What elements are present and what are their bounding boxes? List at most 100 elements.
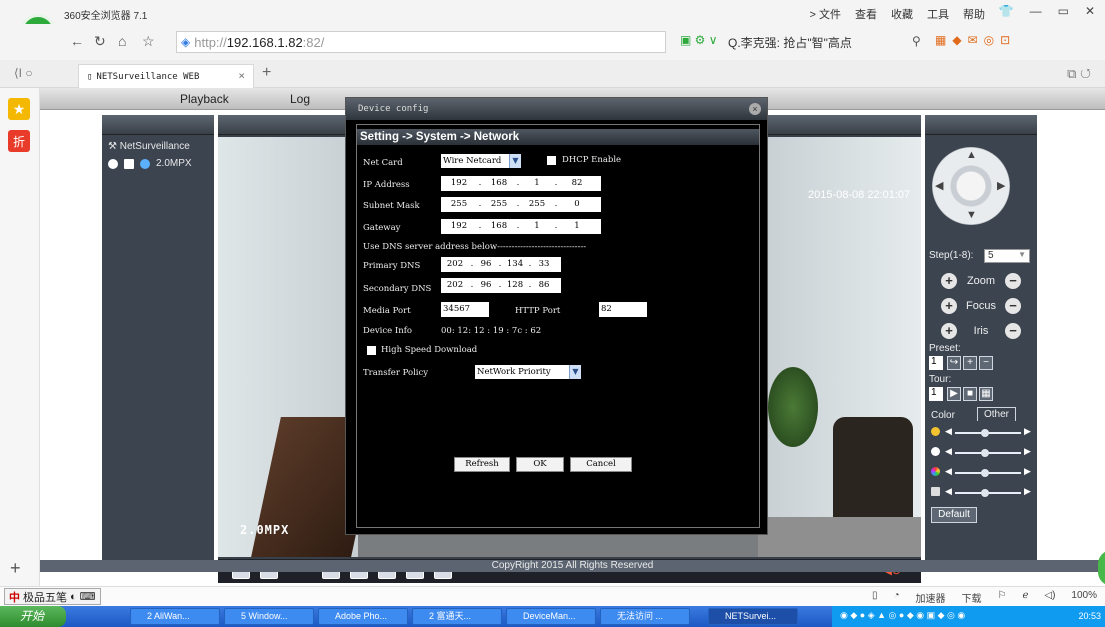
refresh-icon[interactable]: ↻	[94, 33, 106, 50]
star-icon[interactable]: ☆	[142, 33, 155, 50]
net-card-select[interactable]: Wire Netcard ▼	[441, 154, 521, 168]
nav-playback[interactable]: Playback	[180, 92, 229, 106]
floating-widget-icon[interactable]	[1098, 550, 1105, 586]
saturation-slider[interactable]: ◀ ▶	[931, 466, 1031, 479]
ok-button[interactable]: OK	[516, 457, 564, 472]
taskbar-item-photoshop[interactable]: Adobe Pho...	[318, 608, 408, 625]
restore-tab-icon[interactable]: ⧉ ↺	[1067, 66, 1091, 82]
search-icon[interactable]: ⚲	[912, 34, 921, 48]
transfer-policy-select[interactable]: NetWork Priority ▼	[475, 365, 581, 379]
right-arrow-icon[interactable]: ▶	[997, 179, 1005, 192]
decrease-arrow-icon[interactable]: ◀	[945, 426, 952, 437]
menu-tools[interactable]: 工具	[927, 6, 949, 22]
decrease-arrow-icon[interactable]: ◀	[945, 466, 952, 477]
apps-icon[interactable]: ▦	[935, 33, 946, 47]
decrease-arrow-icon[interactable]: ◀	[945, 446, 952, 457]
iris-close-icon[interactable]: −	[1005, 323, 1021, 339]
default-button[interactable]: Default	[931, 507, 977, 523]
stop-icon[interactable]	[124, 158, 134, 169]
media-port-input[interactable]: 34567	[441, 302, 489, 317]
decrease-arrow-icon[interactable]: ◀	[945, 486, 952, 497]
tray-icons[interactable]: ◉ ◆ ● ◈ ▲ ◎ ● ◆ ◉ ▣ ◆ ◎ ◉	[840, 610, 965, 621]
focus-in-icon[interactable]: +	[941, 298, 957, 314]
back-icon[interactable]: ←	[70, 33, 84, 49]
hue-slider[interactable]: ◀ ▶	[931, 486, 1031, 499]
new-tab-button[interactable]: +	[262, 64, 271, 82]
down-arrow-icon[interactable]: ▼	[966, 209, 977, 221]
sidebar-add-icon[interactable]: +	[10, 558, 21, 579]
http-port-input[interactable]: 82	[599, 302, 647, 317]
nav-log[interactable]: Log	[290, 92, 310, 106]
download-button[interactable]: 下载	[962, 590, 982, 605]
high-speed-checkbox[interactable]	[367, 346, 376, 355]
tour-stop-icon[interactable]: ■	[963, 387, 977, 401]
compat-mode-icon[interactable]: ▣ ⚙ ∨	[680, 33, 718, 47]
zoom-in-icon[interactable]: +	[941, 273, 957, 289]
input-method-bar[interactable]: 中 极品五笔 ◐ ⌨	[4, 588, 101, 605]
zoom-out-icon[interactable]: −	[1005, 273, 1021, 289]
shirt-icon[interactable]: 👕	[999, 4, 1014, 18]
tab-color[interactable]: Color	[927, 409, 959, 422]
favorites-star-icon[interactable]: ★	[8, 98, 30, 120]
tab-close-icon[interactable]: ×	[238, 69, 245, 82]
record-icon[interactable]	[108, 158, 118, 169]
maximize-icon[interactable]: ▭	[1058, 4, 1069, 18]
home-icon[interactable]: ⌂	[118, 33, 126, 49]
tour-grid-icon[interactable]: ▦	[979, 387, 993, 401]
subnet-mask-field[interactable]: 255. 255. 255. 0	[441, 197, 601, 212]
play-icon[interactable]	[140, 158, 150, 169]
dhcp-checkbox[interactable]	[547, 156, 556, 165]
close-icon[interactable]: ✕	[1085, 4, 1095, 18]
cancel-button[interactable]: Cancel	[570, 457, 632, 472]
ie-icon[interactable]: ℯ	[1022, 590, 1028, 605]
window-icon[interactable]: ▯	[872, 590, 878, 605]
mail-icon[interactable]: ✉	[968, 33, 978, 47]
brightness-slider[interactable]: ◀ ▶	[931, 426, 1031, 439]
tour-input[interactable]: 1	[929, 387, 943, 401]
preset-input[interactable]: 1	[929, 356, 943, 370]
ip-address-field[interactable]: 192. 168. 1. 82	[441, 176, 601, 191]
left-arrow-icon[interactable]: ◀	[935, 179, 943, 192]
taskbar-item-aliwangwang[interactable]: 2 AliWan...	[130, 608, 220, 625]
preset-remove-icon[interactable]: −	[979, 356, 993, 370]
increase-arrow-icon[interactable]: ▶	[1024, 486, 1031, 497]
menu-view[interactable]: 查看	[855, 6, 877, 22]
secondary-dns-field[interactable]: 202. 96. 128. 86	[441, 278, 561, 293]
tab-history-icon[interactable]: ⟨I ○	[14, 66, 33, 80]
tab-other[interactable]: Other	[977, 407, 1017, 421]
zoom-level[interactable]: 100%	[1071, 590, 1097, 605]
taskbar-item-netsurveillance[interactable]: NETSurvei...	[708, 608, 798, 625]
menu-file[interactable]: > 文件	[810, 6, 841, 22]
search-input[interactable]: Q.李克强: 抢占"智"高点	[728, 32, 908, 52]
channel-label[interactable]: 2.0MPX	[156, 158, 192, 169]
up-arrow-icon[interactable]: ▲	[966, 149, 977, 161]
speed-icon[interactable]: ◔	[893, 590, 899, 605]
tour-play-icon[interactable]: ▶	[947, 387, 961, 401]
focus-out-icon[interactable]: −	[1005, 298, 1021, 314]
primary-dns-field[interactable]: 202. 96. 134. 33	[441, 257, 561, 272]
gateway-field[interactable]: 192. 168. 1. 1	[441, 219, 601, 234]
taskbar-item-futongtian[interactable]: 2 富通天...	[412, 608, 502, 625]
refresh-button[interactable]: Refresh	[454, 457, 510, 472]
game-icon[interactable]: ◆	[952, 33, 961, 47]
tab-netsurveillance[interactable]: ▯ NETSurveillance WEB ×	[78, 64, 254, 88]
increase-arrow-icon[interactable]: ▶	[1024, 446, 1031, 457]
preset-goto-icon[interactable]: ↪	[947, 356, 961, 370]
contrast-slider[interactable]: ◀ ▶	[931, 446, 1031, 459]
increase-arrow-icon[interactable]: ▶	[1024, 426, 1031, 437]
iris-open-icon[interactable]: +	[941, 323, 957, 339]
discount-icon[interactable]: 折	[8, 130, 30, 152]
start-button[interactable]: 开始	[0, 606, 66, 627]
step-select[interactable]: 5 ▼	[984, 249, 1030, 263]
menu-help[interactable]: 帮助	[963, 6, 985, 22]
accelerator-button[interactable]: 加速器	[916, 590, 946, 605]
taskbar-item-devicemanager[interactable]: DeviceMan...	[506, 608, 596, 625]
sound-icon[interactable]: ◁)	[1044, 590, 1055, 605]
security-icon[interactable]: ◎	[984, 33, 994, 47]
minimize-icon[interactable]: —	[1030, 4, 1042, 18]
flag-icon[interactable]: ⚐	[998, 590, 1007, 605]
keyboard-icon[interactable]: ⌨	[80, 590, 96, 603]
ime-mode-icon[interactable]: ◐	[70, 591, 77, 603]
increase-arrow-icon[interactable]: ▶	[1024, 466, 1031, 477]
taskbar-item-cannot-access[interactable]: 无法访问 ...	[600, 608, 690, 625]
